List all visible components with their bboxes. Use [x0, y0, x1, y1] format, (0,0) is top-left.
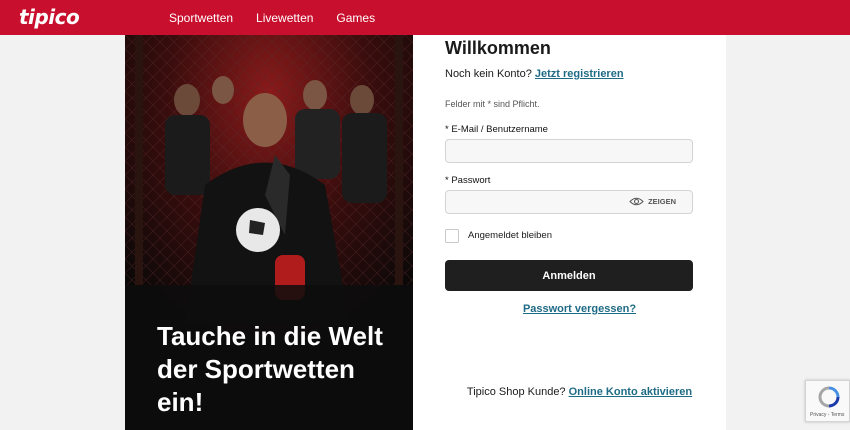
nav-livewetten[interactable]: Livewetten — [256, 11, 313, 25]
login-panel: Willkommen Noch kein Konto? Jetzt regist… — [413, 35, 726, 430]
recaptcha-terms[interactable]: Privacy - Terms — [810, 412, 844, 418]
recaptcha-icon — [818, 386, 840, 408]
remember-me-checkbox[interactable] — [445, 229, 459, 243]
hero-headline: Tauche in die Welt der Sportwetten ein! — [157, 321, 383, 417]
nav-sportwetten[interactable]: Sportwetten — [169, 11, 233, 25]
login-button[interactable]: Anmelden — [445, 260, 693, 291]
register-prompt: Noch kein Konto? Jetzt registrieren — [445, 68, 624, 80]
activate-online-account-link[interactable]: Online Konto aktivieren — [569, 386, 692, 398]
no-account-text: Noch kein Konto? — [445, 68, 532, 80]
shop-customer-line: Tipico Shop Kunde? Online Konto aktivier… — [413, 386, 726, 398]
required-fields-note: Felder mit * sind Pflicht. — [445, 99, 540, 109]
top-navigation-bar: tipico Sportwetten Livewetten Games — [0, 0, 850, 35]
hero-banner: Tauche in die Welt der Sportwetten ein! — [125, 35, 413, 430]
page-title: Willkommen — [445, 38, 551, 58]
recaptcha-badge[interactable]: Privacy - Terms — [805, 380, 850, 422]
show-password-label: ZEIGEN — [648, 197, 676, 206]
shop-customer-text: Tipico Shop Kunde? — [466, 386, 566, 398]
forgot-password-link[interactable]: Passwort vergessen? — [413, 303, 726, 315]
eye-icon — [629, 197, 644, 206]
password-input[interactable]: ZEIGEN — [445, 190, 693, 214]
main-nav: Sportwetten Livewetten Games — [169, 0, 375, 35]
username-input[interactable] — [445, 139, 693, 163]
tipico-logo[interactable]: tipico — [19, 5, 80, 29]
remember-me-label: Angemeldet bleiben — [468, 230, 552, 241]
nav-games[interactable]: Games — [336, 11, 375, 25]
username-label: * E-Mail / Benutzername — [445, 124, 548, 135]
password-label: * Passwort — [445, 175, 491, 186]
show-password-toggle[interactable]: ZEIGEN — [629, 197, 676, 206]
register-link[interactable]: Jetzt registrieren — [535, 68, 624, 80]
